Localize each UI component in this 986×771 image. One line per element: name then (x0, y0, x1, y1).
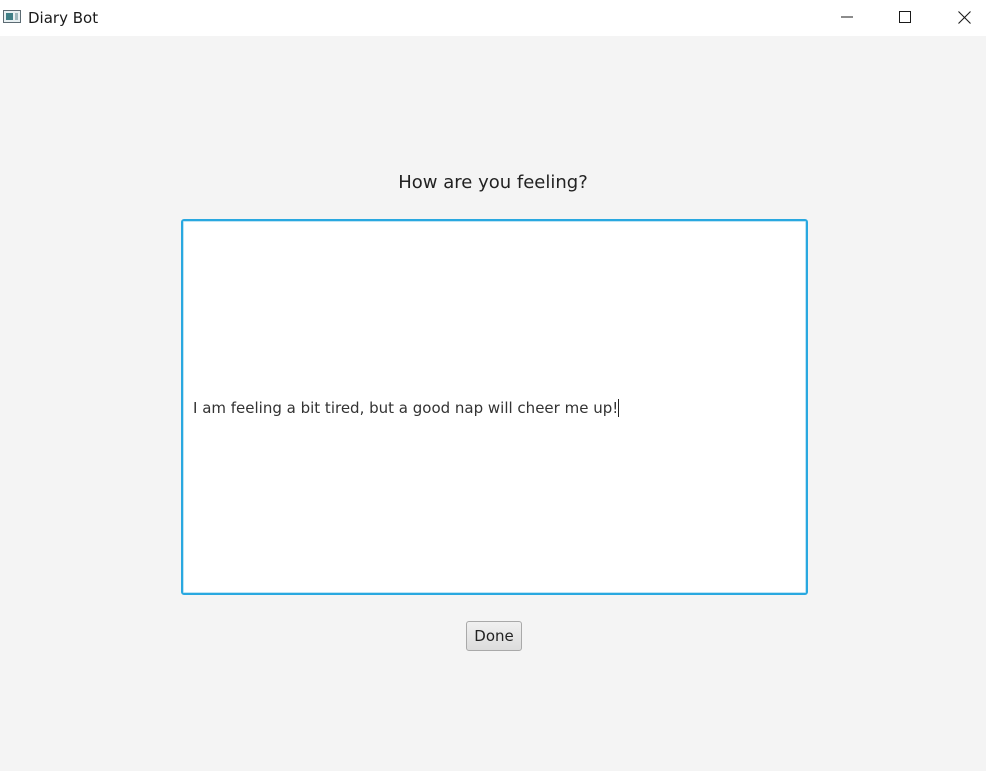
diary-entry-value: I am feeling a bit tired, but a good nap… (193, 399, 619, 417)
maximize-button[interactable] (876, 0, 934, 34)
close-button[interactable] (935, 0, 986, 34)
title-bar: Diary Bot (0, 0, 986, 36)
close-icon (957, 10, 971, 24)
diary-entry-textarea[interactable]: I am feeling a bit tired, but a good nap… (181, 219, 808, 595)
minimize-button[interactable] (818, 0, 876, 34)
minimize-icon (841, 11, 853, 23)
window-app-icon (3, 10, 21, 23)
text-caret (618, 399, 620, 417)
maximize-icon (899, 11, 911, 23)
done-button[interactable]: Done (466, 621, 522, 651)
feeling-prompt: How are you feeling? (398, 172, 588, 193)
diary-entry-text[interactable]: I am feeling a bit tired, but a good nap… (193, 399, 620, 417)
window-title: Diary Bot (28, 9, 99, 27)
